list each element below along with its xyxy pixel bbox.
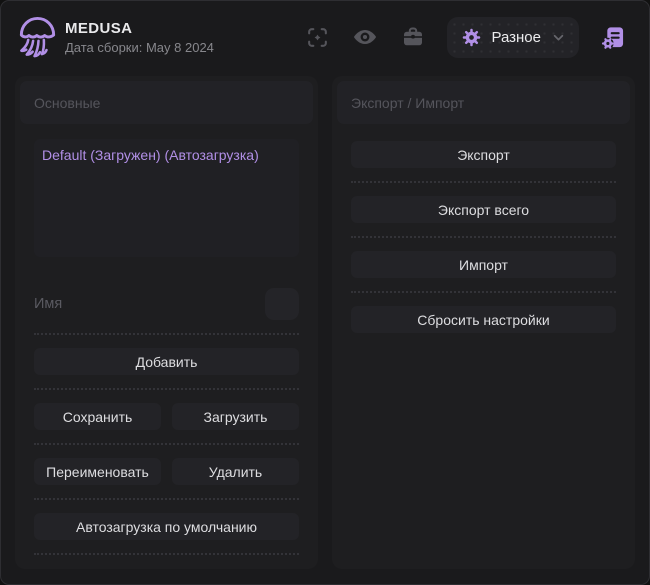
name-input[interactable] xyxy=(34,296,265,312)
reset-settings-button[interactable]: Сбросить настройки xyxy=(351,306,616,333)
export-all-button[interactable]: Экспорт всего xyxy=(351,196,616,223)
panel-export-import-title: Экспорт / Импорт xyxy=(351,95,464,111)
separator xyxy=(34,333,299,335)
misc-dropdown-button[interactable]: Разное xyxy=(447,17,579,58)
separator xyxy=(34,498,299,500)
header-bar: MEDUSA Дата сборки: May 8 2024 xyxy=(1,1,649,73)
autoload-default-button[interactable]: Автозагрузка по умолчанию xyxy=(34,513,299,540)
rename-button[interactable]: Переименовать xyxy=(34,458,161,485)
name-row xyxy=(34,288,299,320)
header-nav: Разное xyxy=(297,17,633,58)
separator xyxy=(34,388,299,390)
export-button[interactable]: Экспорт xyxy=(351,141,616,168)
panel-export-import-body: Экспорт Экспорт всего Импорт Сбросить на… xyxy=(332,129,635,333)
save-load-row: Сохранить Загрузить xyxy=(34,403,299,430)
briefcase-icon[interactable] xyxy=(393,17,433,57)
rename-delete-row: Переименовать Удалить xyxy=(34,458,299,485)
panel-main-body: Default (Загружен) (Автозагрузка) Добави… xyxy=(15,129,318,568)
load-button[interactable]: Загрузить xyxy=(172,403,299,430)
gear-icon xyxy=(461,27,482,48)
eye-icon[interactable] xyxy=(345,17,385,57)
add-button[interactable]: Добавить xyxy=(34,348,299,375)
panel-main-title: Основные xyxy=(34,95,100,111)
crosshair-icon[interactable] xyxy=(297,17,337,57)
import-button[interactable]: Импорт xyxy=(351,251,616,278)
separator xyxy=(34,553,299,555)
panels-area: Основные Default (Загружен) (Автозагрузк… xyxy=(15,76,635,569)
jellyfish-icon xyxy=(13,13,61,61)
name-keybind-box[interactable] xyxy=(265,288,299,320)
config-list-item[interactable]: Default (Загружен) (Автозагрузка) xyxy=(40,144,293,166)
medusa-window: MEDUSA Дата сборки: May 8 2024 xyxy=(0,0,650,585)
separator xyxy=(351,291,616,293)
panel-main-header: Основные xyxy=(20,81,313,124)
panel-main: Основные Default (Загружен) (Автозагрузк… xyxy=(15,76,318,569)
separator xyxy=(351,181,616,183)
separator xyxy=(34,443,299,445)
panel-export-import: Экспорт / Импорт Экспорт Экспорт всего И… xyxy=(332,76,635,569)
title-block: MEDUSA Дата сборки: May 8 2024 xyxy=(65,20,214,55)
save-button[interactable]: Сохранить xyxy=(34,403,161,430)
build-date: Дата сборки: May 8 2024 xyxy=(65,40,214,55)
chevron-down-icon xyxy=(550,29,567,46)
app-title: MEDUSA xyxy=(65,20,214,37)
misc-dropdown-label: Разное xyxy=(491,29,541,46)
config-listbox[interactable]: Default (Загружен) (Автозагрузка) xyxy=(34,139,299,257)
delete-button[interactable]: Удалить xyxy=(172,458,299,485)
panel-export-import-header: Экспорт / Импорт xyxy=(337,81,630,124)
config-file-icon[interactable] xyxy=(593,17,633,57)
separator xyxy=(351,236,616,238)
